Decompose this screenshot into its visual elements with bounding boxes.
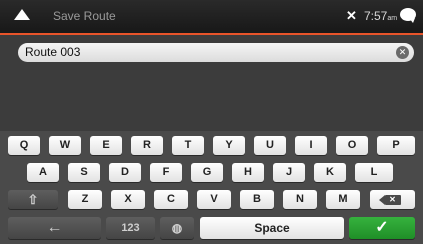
- clear-icon[interactable]: ✕: [396, 46, 409, 59]
- key-p[interactable]: P: [377, 136, 415, 155]
- key-z[interactable]: Z: [68, 190, 102, 209]
- space-key[interactable]: Space: [200, 217, 344, 239]
- globe-icon[interactable]: ◍: [160, 217, 194, 239]
- key-h[interactable]: H: [232, 163, 264, 182]
- key-f[interactable]: F: [150, 163, 182, 182]
- checkmark-icon[interactable]: ✓: [349, 217, 415, 239]
- speech-bubble-icon[interactable]: [400, 8, 416, 23]
- key-i[interactable]: I: [295, 136, 327, 155]
- key-r[interactable]: R: [131, 136, 163, 155]
- satellite-icon: ✕: [346, 8, 357, 23]
- key-x[interactable]: X: [111, 190, 145, 209]
- route-name-value[interactable]: Route 003: [25, 45, 80, 59]
- input-area: Route 003 ✕: [0, 35, 423, 131]
- key-m[interactable]: M: [326, 190, 360, 209]
- key-j[interactable]: J: [273, 163, 305, 182]
- key-d[interactable]: D: [109, 163, 141, 182]
- shift-icon[interactable]: ⇧: [8, 190, 58, 209]
- time-suffix: am: [387, 15, 398, 22]
- left-arrow-icon[interactable]: ←: [8, 217, 101, 239]
- key-y[interactable]: Y: [213, 136, 245, 155]
- key-b[interactable]: B: [240, 190, 274, 209]
- key-u[interactable]: U: [254, 136, 286, 155]
- key-n[interactable]: N: [283, 190, 317, 209]
- key-w[interactable]: W: [49, 136, 81, 155]
- key-c[interactable]: C: [154, 190, 188, 209]
- title-bar: Save Route ✕ 7:57am: [0, 0, 423, 35]
- numbers-key[interactable]: 123: [106, 217, 155, 239]
- key-a[interactable]: A: [27, 163, 59, 182]
- clock: 7:57am: [364, 9, 397, 23]
- key-e[interactable]: E: [90, 136, 122, 155]
- key-o[interactable]: O: [336, 136, 368, 155]
- key-k[interactable]: K: [314, 163, 346, 182]
- key-v[interactable]: V: [197, 190, 231, 209]
- keyboard: Q W E R T Y U I O P A S D F G H J K L ⇧ …: [0, 131, 423, 244]
- key-l[interactable]: L: [355, 163, 393, 182]
- key-g[interactable]: G: [191, 163, 223, 182]
- backspace-icon[interactable]: ✕: [370, 190, 415, 209]
- key-s[interactable]: S: [68, 163, 100, 182]
- route-name-input[interactable]: Route 003 ✕: [18, 43, 414, 62]
- page-title: Save Route: [53, 9, 116, 23]
- time-value: 7:57: [364, 9, 388, 23]
- key-t[interactable]: T: [172, 136, 204, 155]
- key-q[interactable]: Q: [8, 136, 40, 155]
- up-arrow-icon[interactable]: [14, 9, 30, 20]
